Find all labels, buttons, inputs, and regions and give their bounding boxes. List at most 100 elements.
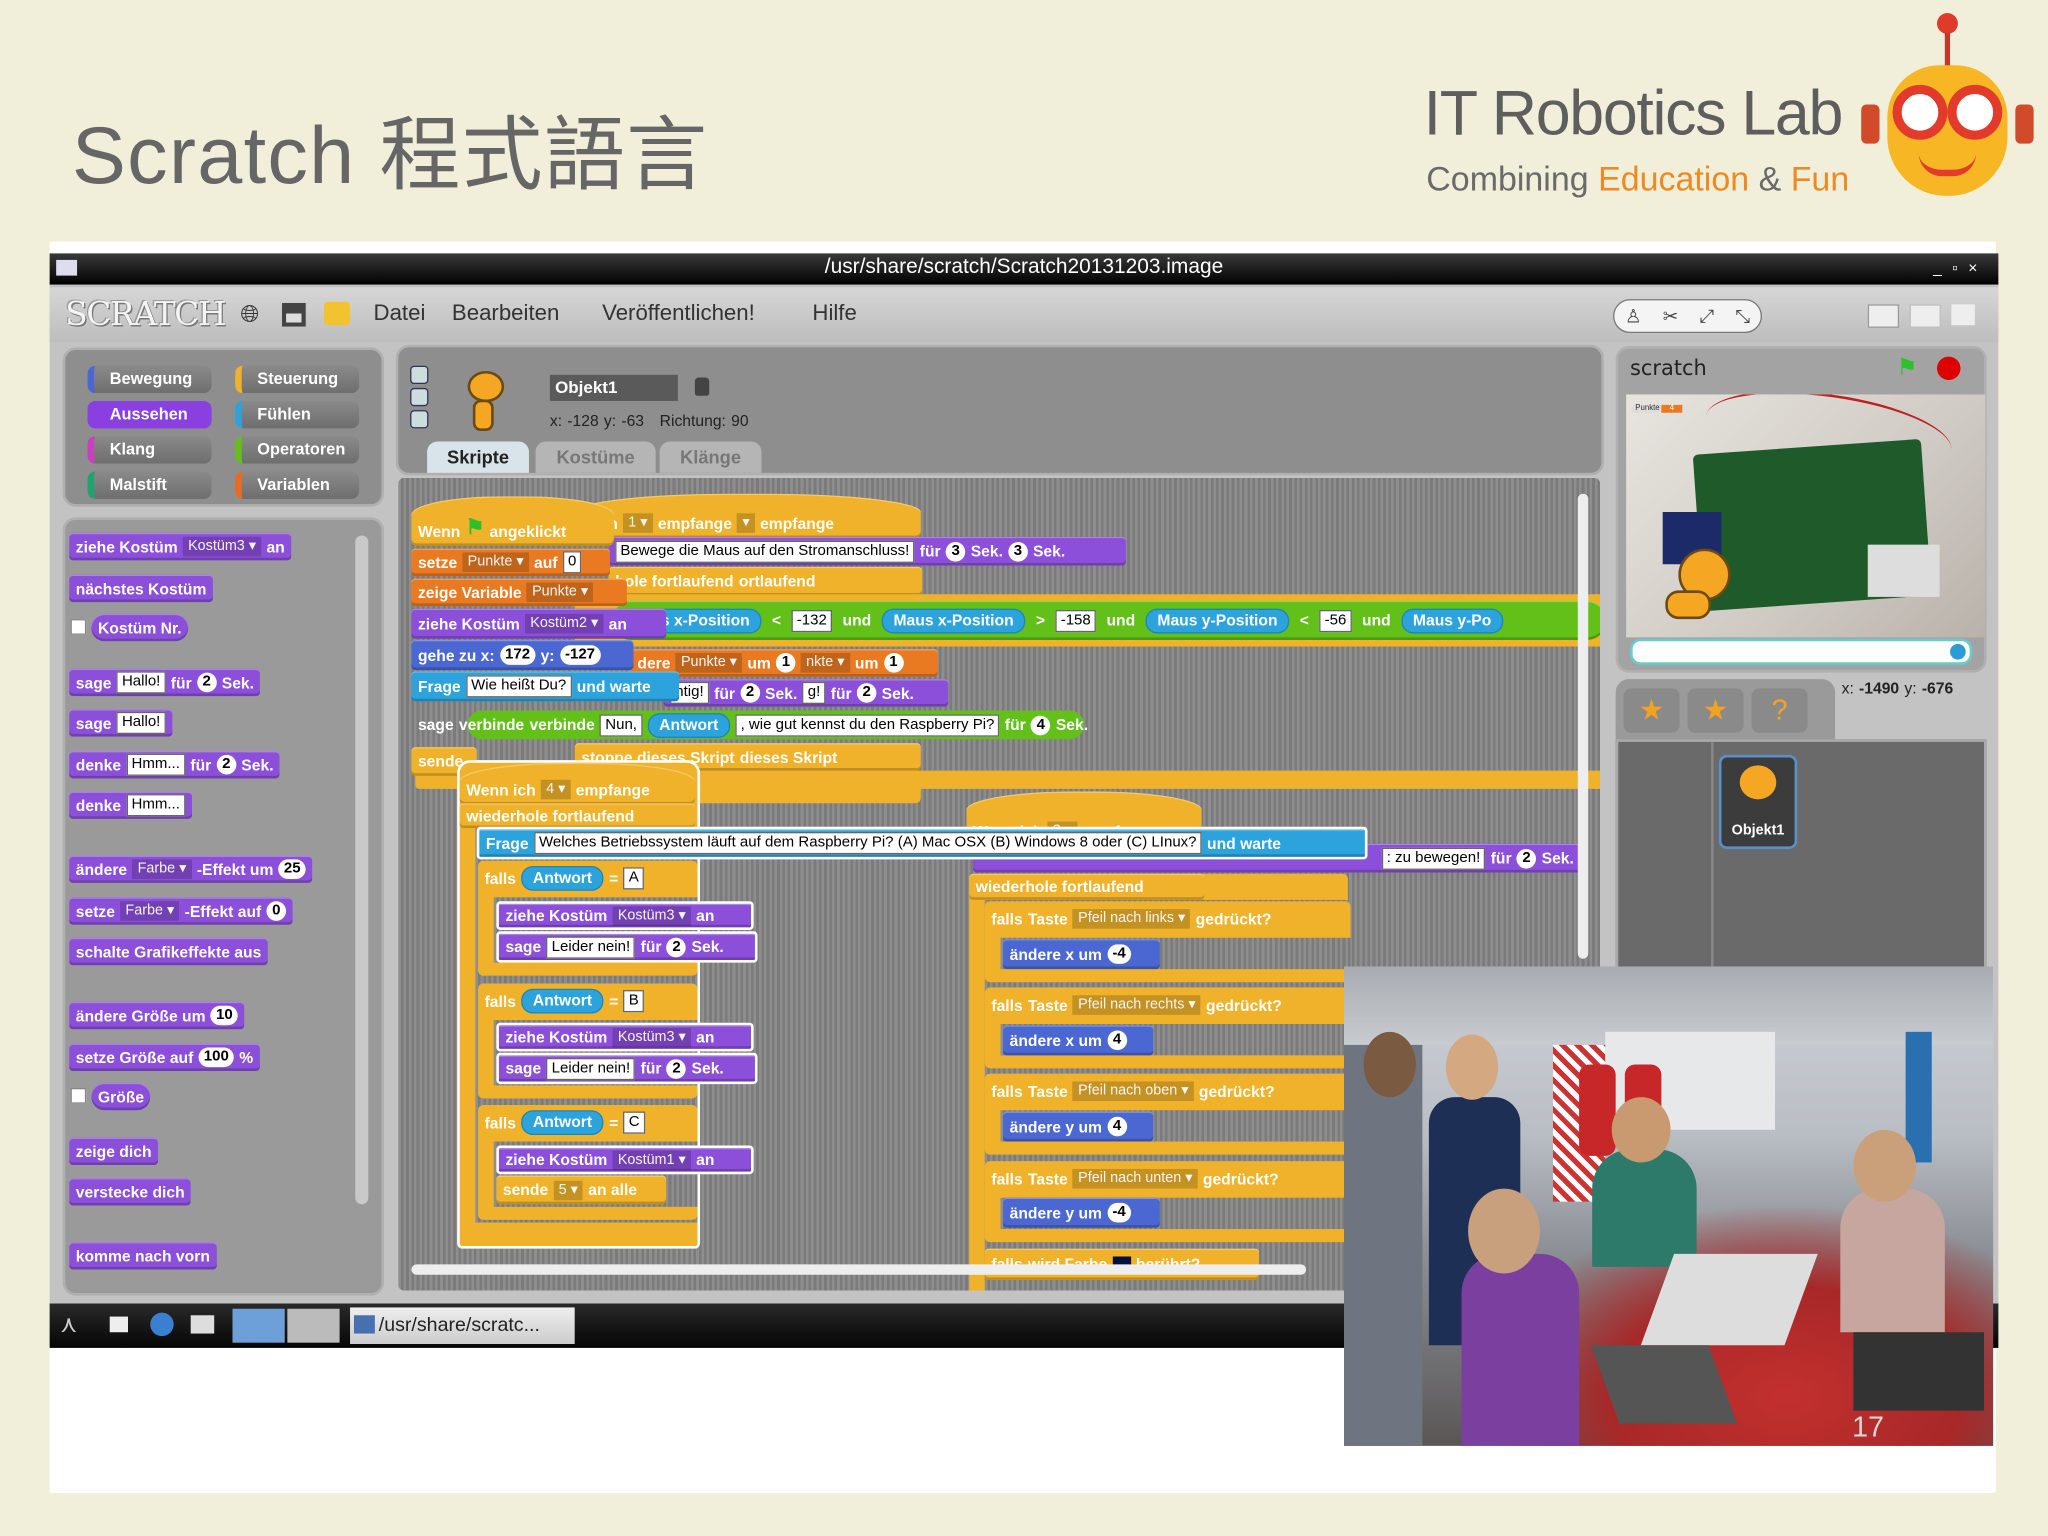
scripts-vertical-scrollbar[interactable] [1577,493,1589,959]
save-icon[interactable] [282,303,306,327]
sprite-objekt1[interactable]: Objekt1 [1718,754,1798,849]
palette-block[interactable]: setzeFarbe-Effekt auf0 [69,897,293,925]
number-input[interactable]: 172 [499,645,536,665]
checkbox-kostuem-nr[interactable] [70,619,87,635]
menu-datei[interactable]: Datei [374,300,426,326]
text-input[interactable]: Wie heißt Du? [465,675,572,698]
if-answer-a[interactable]: falls Antwort = A [478,861,687,896]
tab-skripte[interactable]: Skripte [427,441,529,473]
text-input[interactable]: Hallo! [116,711,166,735]
when-flag-clicked-block[interactable]: Wenn ⚑ angeklickt [411,496,614,546]
change-x-block[interactable]: ändere x um -4 [1003,939,1160,970]
duplicate-stamp-icon[interactable]: ♙ [1625,305,1641,327]
condition-and-block[interactable]: Maus x-Position < -132 und Maus x-Position > -… [611,600,1600,640]
reporter[interactable]: Antwort [647,712,731,738]
say-join-block[interactable]: sage verbinde verbinde Nun, Antwort, wie gut… [411,707,1191,744]
dropdown[interactable]: Punkte [675,653,743,673]
maximize-button[interactable]: ▫ [1952,259,1968,277]
dropdown[interactable]: Punkte [526,582,594,603]
dropdown[interactable]: Kostüm3 [182,536,262,557]
say-block[interactable]: Bewege die Maus auf den Stromanschluss! f… [608,536,1126,566]
palette-block[interactable]: denke Hmm... [69,791,192,819]
number-input[interactable]: 3 [945,541,966,561]
number-input[interactable]: 0 [266,901,287,921]
text-input[interactable]: -132 [791,609,833,632]
number-input[interactable]: -4 [1107,944,1132,964]
dropdown[interactable]: 4 [540,779,571,800]
palette-block[interactable]: denke Hmm... für 2 Sek. [69,751,281,779]
text-input[interactable]: Hmm... [126,794,186,817]
palette-block[interactable]: sage Hallo! für 2 Sek. [69,668,261,697]
text-input[interactable]: Nun, [600,713,643,736]
category-variablen[interactable]: Variablen [235,471,360,499]
text-input[interactable]: -158 [1055,609,1096,632]
ask-block[interactable]: Frage Wie heißt Du? und warte [411,671,680,702]
category-steuerung[interactable]: Steuerung [235,365,360,394]
reporter[interactable]: Antwort [521,865,604,891]
tab-kostueme[interactable]: Kostüme [535,441,656,473]
dropdown[interactable]: Kostüm3 [612,1027,691,1047]
tab-klaenge[interactable]: Klänge [659,441,762,473]
number-input[interactable]: 2 [856,683,877,703]
number-input[interactable]: 1 [883,653,904,673]
go-to-xy-block[interactable]: gehe zu x: 172 y: -127 [411,639,634,671]
show-variable-block[interactable]: zeige Variable Punkte [411,578,627,607]
dropdown[interactable]: Punkte [462,552,529,573]
number-input[interactable]: 100 [198,1047,235,1068]
terminal-icon[interactable] [109,1316,128,1333]
forever-block[interactable]: wiederhole fortlaufend [459,803,695,829]
switch-costume-block[interactable]: ziehe KostümKostüm3an [496,901,754,930]
set-variable-block[interactable]: setzePunkte auf0 [411,548,610,576]
ask-quiz-block[interactable]: Frage Welches Betriebssystem läuft auf de… [476,826,1368,860]
palette-block[interactable]: setze Größe auf 100% [69,1043,260,1072]
number-input[interactable]: 4 [1107,1116,1127,1137]
change-x-block[interactable]: ändere x um 4 [1003,1025,1154,1056]
checkbox-groesse[interactable] [70,1087,87,1104]
if-key-up[interactable]: fallsTastePfeil nach obengedrückt? [985,1074,1348,1109]
lock-icon[interactable] [694,377,710,396]
palette-block[interactable]: schalte Grafikeffekte aus [69,937,268,966]
text-input[interactable]: Hallo! [116,671,166,694]
number-input[interactable]: 3 [1008,541,1028,561]
taskbar-scratch-window[interactable]: /usr/share/scratc... [350,1307,575,1344]
text-input[interactable]: 0 [562,551,582,574]
dropdown[interactable]: Pfeil nach links [1072,909,1191,929]
minimize-button[interactable]: _ [1933,259,1952,277]
dropdown[interactable]: Kostüm3 [612,905,691,926]
rotate-icon[interactable] [410,365,429,384]
grow-icon[interactable]: ⤢ [1699,305,1714,327]
number-input[interactable]: -127 [559,645,601,665]
text-input[interactable]: Leider nein! [546,935,636,959]
broadcast-block[interactable]: sende5an alle [496,1175,667,1205]
palette-block[interactable]: Größe [91,1082,151,1111]
submit-check-icon[interactable] [1950,643,1966,660]
shrink-icon[interactable]: ⤡ [1735,305,1750,327]
text-input[interactable]: Hmm... [126,753,186,776]
if-answer-c[interactable]: falls Antwort = C [478,1105,687,1140]
palette-block[interactable]: ziehe KostümKostüm3an [69,532,292,561]
dropdown[interactable]: 1 [623,513,653,533]
reporter[interactable]: Maus y-Position [1145,607,1290,633]
random-sprite-icon[interactable]: ? [1751,688,1808,733]
menu-veroeffentlichen[interactable]: Veröffentlichen! [602,300,755,326]
answer-input[interactable] [1630,638,1973,665]
share-icon[interactable] [323,301,351,326]
category-malstift[interactable]: Malstift [87,471,212,499]
dropdown[interactable]: nkte [800,653,850,673]
browser-icon[interactable] [150,1312,174,1337]
no-rotate-icon[interactable] [410,410,429,429]
palette-block[interactable]: zeige dich [69,1137,159,1166]
window-titlebar[interactable]: /usr/share/scratch/Scratch20131203.image… [49,253,1999,285]
stop-icon[interactable] [1936,356,1961,381]
number-input[interactable]: 2 [1516,848,1537,868]
switch-costume-block[interactable]: ziehe Kostüm Kostüm2an [411,608,667,639]
reporter[interactable]: Maus y-Po [1401,607,1504,633]
dropdown[interactable]: 5 [553,1180,584,1200]
layout-normal-icon[interactable] [1867,304,1900,328]
dropdown[interactable]: Farbe [120,901,180,921]
number-input[interactable]: 25 [278,859,306,880]
switch-costume-block[interactable]: ziehe KostümKostüm3an [496,1022,754,1052]
stage-canvas[interactable]: Punkte 4 [1626,394,1986,638]
globe-icon[interactable]: 🌐︎ [240,300,259,327]
text-input[interactable]: , wie gut kennst du den Raspberry Pi? [735,713,1000,736]
